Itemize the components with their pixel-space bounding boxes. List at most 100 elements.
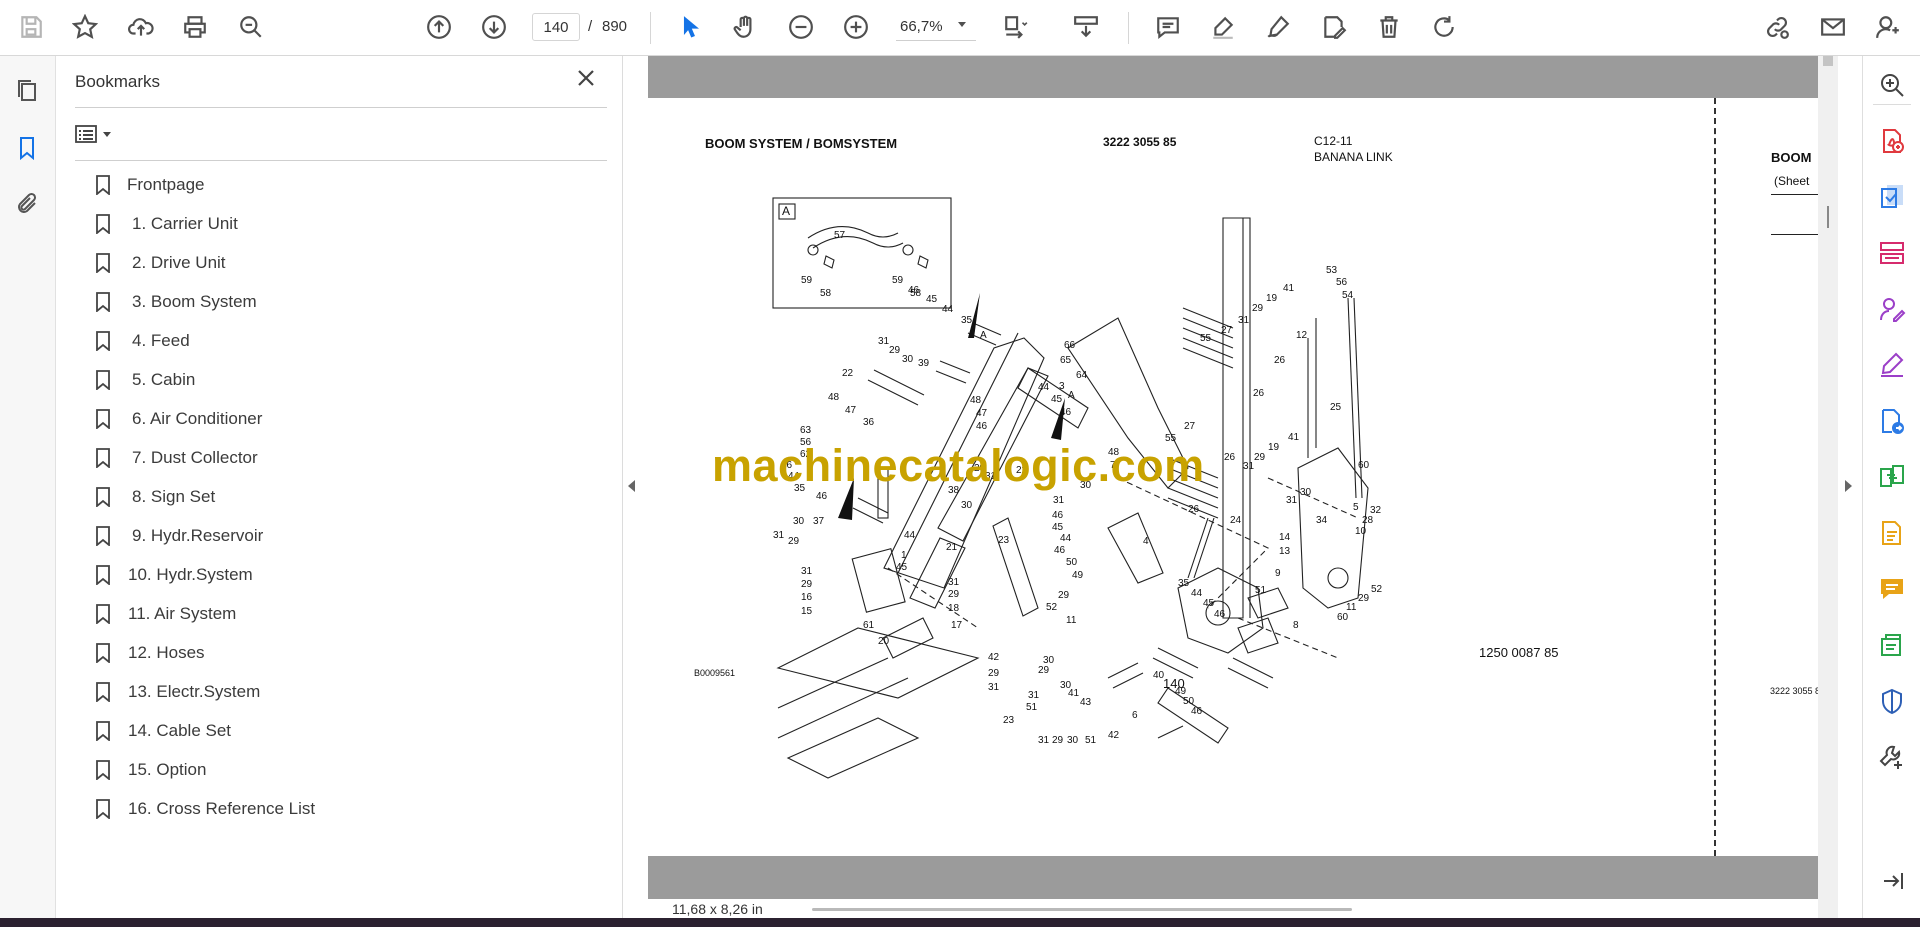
bookmark-item[interactable]: 1. Carrier Unit [92, 209, 572, 239]
export-pdf-icon[interactable] [1877, 126, 1907, 156]
save-icon[interactable] [16, 12, 46, 42]
expand-tools-handle[interactable] [1845, 480, 1852, 492]
convert-pdf-icon[interactable] [1877, 406, 1907, 436]
bookmark-label: 11. Air System [128, 604, 237, 623]
rotate-icon[interactable] [1429, 12, 1459, 42]
bookmark-item[interactable]: 8. Sign Set [92, 482, 572, 512]
highlight-icon[interactable] [1208, 12, 1238, 42]
print-icon[interactable] [180, 12, 210, 42]
svg-text:31: 31 [1028, 690, 1040, 701]
bookmark-item[interactable]: 6. Air Conditioner [92, 404, 572, 434]
bookmark-item[interactable]: 13. Electr.System [92, 677, 572, 707]
svg-text:A: A [1068, 390, 1075, 401]
svg-text:29: 29 [801, 579, 813, 590]
shield-icon[interactable] [1877, 686, 1907, 716]
top-toolbar: 140 / 890 66,7% [0, 0, 1920, 56]
page-down-icon[interactable] [479, 12, 509, 42]
upload-icon[interactable] [126, 12, 156, 42]
svg-text:17: 17 [951, 620, 963, 631]
attachments-icon[interactable] [12, 189, 42, 219]
request-signature-icon[interactable] [1877, 294, 1907, 324]
collapse-pane-icon[interactable] [1877, 866, 1907, 896]
bookmark-item[interactable]: 9. Hydr.Reservoir [92, 521, 572, 551]
svg-text:46: 46 [1054, 545, 1066, 556]
edit-text-icon[interactable] [1319, 12, 1349, 42]
more-tools-icon[interactable] [1877, 742, 1907, 772]
zoom-tool-icon[interactable] [1877, 70, 1907, 100]
page-up-icon[interactable] [424, 12, 454, 42]
svg-text:31: 31 [801, 566, 813, 577]
bookmark-label: 5. Cabin [132, 370, 196, 389]
bookmark-label: 3. Boom System [132, 292, 257, 311]
svg-text:45: 45 [1051, 394, 1063, 405]
svg-text:27: 27 [1221, 325, 1233, 336]
page-number-input[interactable]: 140 [532, 13, 580, 41]
bookmark-ribbon-icon [95, 565, 111, 586]
zoom-in-icon[interactable] [841, 12, 871, 42]
close-icon[interactable] [576, 68, 604, 96]
list-options-icon [75, 125, 97, 143]
sign-icon[interactable] [1263, 12, 1293, 42]
delete-icon[interactable] [1374, 12, 1404, 42]
bookmark-item[interactable]: 5. Cabin [92, 365, 572, 395]
svg-text:51: 51 [1085, 735, 1097, 746]
document-view[interactable]: BOOM SYSTEM / BOMSYSTEM 3222 3055 85 C12… [648, 56, 1838, 918]
bookmarks-icon[interactable] [12, 133, 42, 163]
bookmark-label: Frontpage [127, 175, 205, 194]
select-cursor-icon[interactable] [676, 12, 706, 42]
bookmark-ribbon-icon [95, 643, 111, 664]
account-icon[interactable] [1873, 12, 1903, 42]
vertical-scrollbar[interactable] [1818, 56, 1838, 918]
fit-page-icon[interactable] [1001, 12, 1031, 42]
comment-icon[interactable] [1153, 12, 1183, 42]
fill-sign-icon[interactable] [1877, 350, 1907, 380]
svg-text:57: 57 [834, 230, 846, 241]
page-thumbnails-icon[interactable] [12, 76, 42, 106]
svg-text:36: 36 [863, 417, 875, 428]
svg-text:35: 35 [961, 315, 973, 326]
create-pdf-icon[interactable] [1877, 182, 1907, 212]
chevron-down-icon[interactable] [103, 131, 111, 137]
drawing-number: B0009561 [694, 668, 736, 678]
svg-text:16: 16 [801, 592, 813, 603]
bookmark-item[interactable]: 15. Option [92, 755, 572, 785]
bookmark-options-button[interactable] [75, 120, 123, 148]
horizontal-scrollbar[interactable] [812, 908, 1352, 911]
svg-text:44: 44 [904, 530, 916, 541]
zoom-search-icon[interactable] [236, 12, 266, 42]
bookmark-item[interactable]: 14. Cable Set [92, 716, 572, 746]
chevron-down-icon[interactable] [958, 22, 966, 27]
bookmark-item[interactable]: Frontpage [92, 170, 572, 200]
scrollbar-thumb[interactable] [1823, 56, 1833, 66]
svg-text:29: 29 [1254, 452, 1266, 463]
bookmark-star-icon[interactable] [70, 12, 100, 42]
svg-text:61: 61 [863, 620, 875, 631]
bookmark-item[interactable]: 4. Feed [92, 326, 572, 356]
bookmark-item[interactable]: 10. Hydr.System [92, 560, 572, 590]
compare-icon[interactable] [1877, 462, 1907, 492]
scroll-mode-icon[interactable] [1071, 12, 1101, 42]
organize-pages-icon[interactable] [1877, 238, 1907, 268]
total-pages: 890 [602, 18, 628, 35]
protect-icon[interactable] [1877, 630, 1907, 660]
collapse-panel-handle[interactable] [628, 480, 635, 492]
share-link-icon[interactable] [1762, 12, 1792, 42]
zoom-level-select[interactable]: 66,7% [896, 13, 976, 41]
bookmark-item[interactable]: 2. Drive Unit [92, 248, 572, 278]
bookmark-item[interactable]: 12. Hoses [92, 638, 572, 668]
edit-pdf-icon[interactable] [1877, 518, 1907, 548]
bookmark-ribbon-icon [95, 448, 111, 469]
next-page-title: BOOM [1771, 150, 1812, 165]
bookmark-item[interactable]: 3. Boom System [92, 287, 572, 317]
page-gutter [648, 856, 1818, 899]
bookmark-item[interactable]: 11. Air System [92, 599, 572, 629]
bookmark-item[interactable]: 16. Cross Reference List [92, 794, 572, 824]
zoom-out-icon[interactable] [786, 12, 816, 42]
comment-tool-icon[interactable] [1877, 574, 1907, 604]
bookmark-ribbon-icon [95, 526, 111, 547]
svg-text:47: 47 [845, 405, 857, 416]
hand-icon[interactable] [730, 12, 760, 42]
bookmark-item[interactable]: 7. Dust Collector [92, 443, 572, 473]
bookmark-label: 2. Drive Unit [132, 253, 226, 272]
email-icon[interactable] [1818, 12, 1848, 42]
